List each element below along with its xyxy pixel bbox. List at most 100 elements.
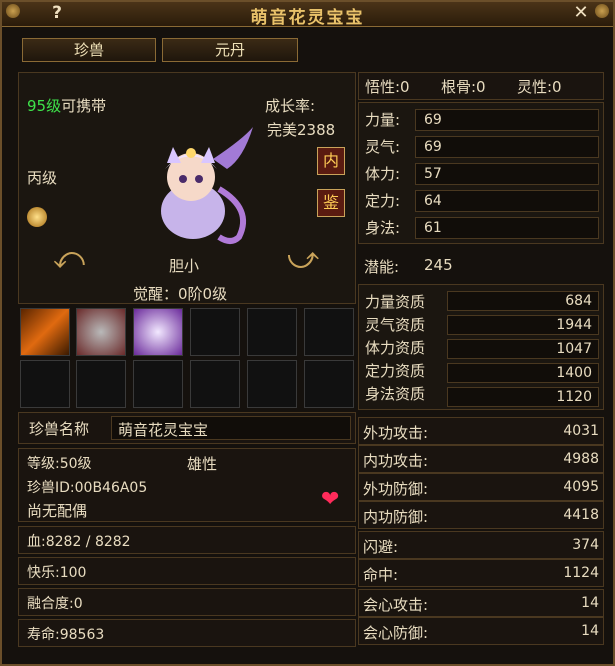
title-bar: ? 萌音花灵宝宝 ✕ (2, 2, 613, 28)
growth-label: 成长率: (265, 97, 316, 115)
combat-value-hit: 1124 (563, 565, 599, 581)
pet-awaken: 觉醒：0阶0级 (133, 285, 228, 303)
pet-name-row: 珍兽名称 萌音花灵宝宝 (18, 412, 356, 444)
hp-row: 血:8282 / 8282 (18, 526, 356, 554)
apt-value-focus: 1400 (556, 365, 592, 381)
aptitude-panel: 力量资质 684 灵气资质 1944 体力资质 1047 定力资质 1400 身… (358, 284, 604, 410)
pet-info-mate: 尚无配偶 (27, 502, 88, 520)
combat-row-inner-def: 内功防御: 4418 (358, 501, 604, 529)
combat-value-crit-def: 14 (581, 623, 599, 639)
pet-info-gender: 雄性 (187, 455, 218, 473)
stat-bar-stamina: 57 (415, 163, 599, 185)
pet-grade: 丙级 (27, 169, 58, 187)
stat-label-stamina: 体力: (365, 165, 401, 183)
skill-slot-3[interactable] (133, 308, 183, 356)
trait-gengu: 根骨:0 (441, 78, 486, 96)
combat-value-outer-atk: 4031 (563, 423, 599, 439)
skill-slot-12[interactable] (304, 360, 354, 408)
tab-yuandan[interactable]: 元丹 (162, 38, 298, 62)
stat-value-stamina: 57 (424, 166, 442, 182)
apt-label-agility: 身法资质 (365, 385, 426, 403)
combat-row-outer-atk: 外功攻击: 4031 (358, 417, 604, 445)
stat-label-agility: 身法: (365, 219, 401, 237)
pet-name-field[interactable]: 萌音花灵宝宝 (111, 416, 351, 440)
combat-label-outer-atk: 外功攻击: (363, 424, 429, 442)
corner-ornament-right (595, 4, 609, 18)
pet-fusion: 融合度:0 (27, 596, 83, 612)
combat-label-inner-atk: 内功攻击: (363, 452, 429, 470)
pet-model-image (161, 127, 253, 244)
pet-hp: 血:8282 / 8282 (27, 534, 131, 550)
skill-slot-9[interactable] (133, 360, 183, 408)
pet-level: 95级 (27, 97, 62, 115)
potential-value: 245 (424, 256, 453, 274)
apt-label-strength: 力量资质 (365, 293, 426, 311)
growth-value: 完美2388 (267, 121, 336, 139)
skill-slot-11[interactable] (247, 360, 297, 408)
combat-value-crit-atk: 14 (581, 595, 599, 611)
gem-icon (27, 207, 47, 227)
heart-icon[interactable]: ❤ (321, 487, 339, 512)
apt-value-agility: 1120 (556, 389, 592, 405)
skill-slot-1[interactable] (20, 308, 70, 356)
pet-carry: 可携带 (61, 97, 107, 115)
pet-info-id: 珍兽ID:00B46A05 (27, 480, 148, 496)
stat-value-agility: 61 (424, 220, 442, 236)
apt-bar-focus: 1400 (447, 363, 599, 383)
traits-row: 悟性:0 根骨:0 灵性:0 (358, 72, 604, 100)
combat-value-inner-atk: 4988 (563, 451, 599, 467)
pet-info-box: 等级:50级 雄性 珍兽ID:00B46A05 尚无配偶 ❤ (18, 448, 356, 522)
apt-label-focus: 定力资质 (365, 362, 426, 380)
skill-slot-5[interactable] (247, 308, 297, 356)
arrow-left-icon[interactable]: ⤺ (53, 244, 89, 274)
combat-label-hit: 命中: (363, 566, 399, 584)
pet-window: ? 萌音花灵宝宝 ✕ 珍兽 元丹 95级可携带 丙级 成长率: 完美2388 内… (0, 0, 615, 666)
combat-value-inner-def: 4418 (563, 507, 599, 523)
skill-slot-10[interactable] (190, 360, 240, 408)
combat-value-dodge: 374 (572, 537, 599, 553)
close-button[interactable]: ✕ (569, 2, 593, 24)
apt-value-spirit: 1944 (556, 317, 592, 333)
apt-label-stamina: 体力资质 (365, 339, 426, 357)
stat-bar-strength: 69 (415, 109, 599, 131)
appraise-button[interactable]: 鉴 (317, 189, 345, 217)
base-stats-panel: 力量: 69 灵气: 69 体力: 57 定力: 64 身法: 61 (358, 102, 604, 244)
pet-nature: 胆小 (169, 257, 200, 275)
happy-row: 快乐:100 (18, 557, 356, 585)
stat-value-focus: 64 (424, 193, 442, 209)
trait-lingxing: 灵性:0 (517, 78, 562, 96)
skill-slot-4[interactable] (190, 308, 240, 356)
skill-slot-6[interactable] (304, 308, 354, 356)
tab-pet[interactable]: 珍兽 (22, 38, 156, 62)
apt-bar-strength: 684 (447, 291, 599, 311)
stat-value-spirit: 69 (424, 139, 442, 155)
potential-label: 潜能: (364, 258, 400, 276)
combat-label-crit-def: 会心防御: (363, 624, 429, 642)
combat-row-outer-def: 外功防御: 4095 (358, 473, 604, 501)
combat-value-outer-def: 4095 (563, 479, 599, 495)
skill-slot-7[interactable] (20, 360, 70, 408)
combat-row-dodge: 闪避: 374 (358, 531, 604, 559)
life-row: 寿命:98563 (18, 619, 356, 647)
combat-row-hit: 命中: 1124 (358, 559, 604, 587)
stat-value-strength: 69 (424, 112, 442, 128)
pet-name-label: 珍兽名称 (29, 420, 90, 438)
stat-label-strength: 力量: (365, 111, 401, 129)
stat-label-spirit: 灵气: (365, 138, 401, 156)
skill-slot-2[interactable] (76, 308, 126, 356)
combat-label-outer-def: 外功防御: (363, 480, 429, 498)
pet-level-row: 95级可携带 (27, 95, 106, 116)
skill-slot-8[interactable] (76, 360, 126, 408)
inner-button[interactable]: 内 (317, 147, 345, 175)
apt-label-spirit: 灵气资质 (365, 316, 426, 334)
combat-label-dodge: 闪避: (363, 538, 399, 556)
apt-value-strength: 684 (565, 293, 592, 309)
apt-bar-agility: 1120 (447, 387, 599, 407)
fusion-row: 融合度:0 (18, 588, 356, 616)
pet-happy: 快乐:100 (27, 565, 87, 581)
combat-row-crit-def: 会心防御: 14 (358, 617, 604, 645)
combat-label-inner-def: 内功防御: (363, 508, 429, 526)
arrow-right-icon[interactable]: ⤻ (287, 244, 323, 274)
pet-life: 寿命:98563 (27, 627, 105, 643)
pet-name-value: 萌音花灵宝宝 (118, 421, 209, 439)
